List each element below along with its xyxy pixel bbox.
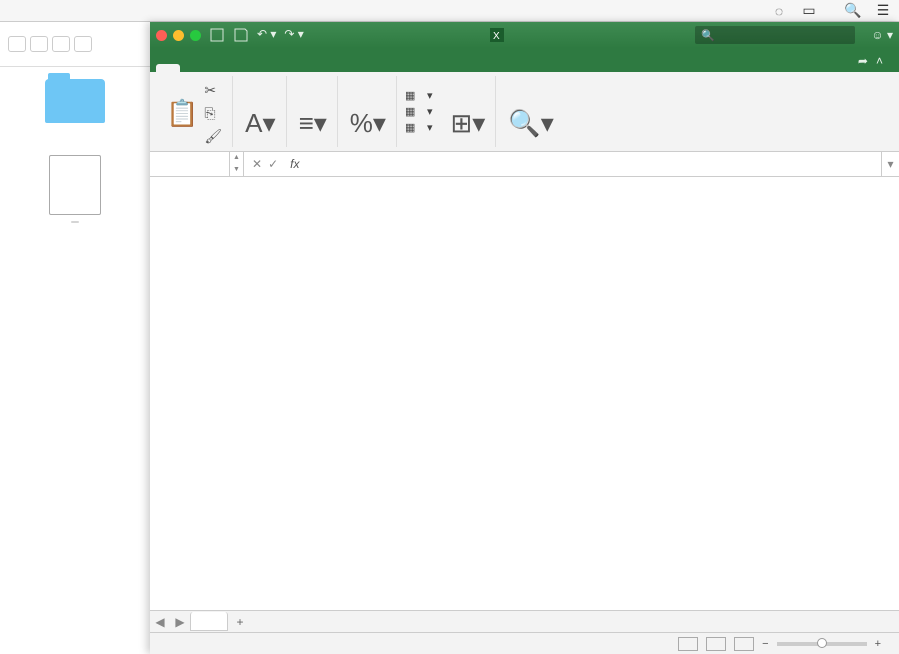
finder-body [0,67,150,235]
share-button[interactable]: ➦ ˄ [848,50,893,72]
home-icon[interactable] [209,27,225,43]
add-sheet-button[interactable]: + [228,615,252,629]
share-icon: ➦ [858,54,868,68]
cell-styles-button[interactable]: ▦ ▾ [405,121,433,135]
cut-icon[interactable]: ✂ [204,82,222,99]
zoom-in-button[interactable]: + [875,638,881,650]
fx-icon[interactable]: fx [286,157,303,171]
file-label[interactable] [71,221,79,223]
smiley-icon[interactable]: ☺ ▾ [871,28,893,42]
view-icon-button[interactable] [8,36,26,52]
enter-icon[interactable]: ✓ [268,157,278,171]
format-painter-icon[interactable]: 🖌 [204,128,222,145]
tab-home[interactable] [156,64,180,72]
formula-expand-icon[interactable]: ▾ [881,152,899,176]
name-box[interactable] [150,152,230,176]
format-as-table-button[interactable]: ▦ ▾ [405,105,433,119]
paste-icon[interactable]: 📋 [166,92,198,136]
view-normal-button[interactable] [678,637,698,651]
tab-review[interactable] [276,64,300,72]
status-bar: − + [150,632,899,654]
conditional-formatting-button[interactable]: ▦ ▾ [405,89,433,103]
namebox-steppers[interactable]: ▲ ▼ [230,152,244,176]
folder-icon[interactable] [45,79,105,123]
alignment-icon[interactable]: ≡▾ [299,101,327,145]
finder-window [0,22,150,654]
zoom-slider[interactable] [777,642,867,646]
quick-access-toolbar: ↶ ▾ ↷ ▾ [209,27,304,43]
window-controls [156,30,201,41]
ribbon-tabs: ➦ ˄ [150,48,899,72]
group-number: %▾ [340,76,397,147]
view-list-button[interactable] [30,36,48,52]
displays-icon[interactable]: ▭ [801,3,817,19]
document-title: X [490,28,509,42]
group-editing: 🔍▾ [498,76,563,147]
sheet-tab-bar: ◀ ▶ + [150,610,899,632]
close-button[interactable] [156,30,167,41]
redo-icon[interactable]: ↷ ▾ [284,27,303,43]
cells-icon[interactable]: ⊞▾ [451,101,486,145]
mac-menubar: ◌ ▭ 🔍 ☰ [0,0,899,22]
titlebar: ↶ ▾ ↷ ▾ X 🔍 ☺ ▾ [150,22,899,48]
zoom-out-button[interactable]: − [762,638,768,650]
menubar-right: ◌ ▭ 🔍 ☰ [771,3,891,19]
app-icon: X [490,28,504,42]
tab-data[interactable] [252,64,276,72]
sheet-nav-prev-icon[interactable]: ◀ [150,615,170,629]
spotlight-icon[interactable]: 🔍 [845,3,861,19]
finder-toolbar [0,22,150,67]
search-icon: 🔍 [701,29,715,42]
save-icon[interactable] [233,27,249,43]
number-icon[interactable]: %▾ [350,101,386,145]
copy-icon[interactable]: ⎘ [204,105,222,122]
status-icon[interactable]: ◌ [771,3,787,19]
tab-page-layout[interactable] [204,64,228,72]
sheet-tab[interactable] [190,612,228,631]
tab-formulas[interactable] [228,64,252,72]
table-icon: ▦ [405,105,419,119]
formula-buttons: ✕ ✓ [244,157,286,171]
editing-icon[interactable]: 🔍▾ [508,101,553,145]
cond-fmt-icon: ▦ [405,89,419,103]
formula-bar: ▲ ▼ ✕ ✓ fx ▾ [150,152,899,177]
view-gallery-button[interactable] [74,36,92,52]
cell-styles-icon: ▦ [405,121,419,135]
sheet-nav-next-icon[interactable]: ▶ [170,615,190,629]
csv-file-icon[interactable] [49,155,101,215]
view-page-break-button[interactable] [734,637,754,651]
search-sheet-input[interactable]: 🔍 [695,26,855,44]
undo-icon[interactable]: ↶ ▾ [257,27,276,43]
stepper-up-icon[interactable]: ▲ [230,152,243,164]
view-column-button[interactable] [52,36,70,52]
group-font: A▾ [235,76,286,147]
tab-insert[interactable] [180,64,204,72]
excel-window: ↶ ▾ ↷ ▾ X 🔍 ☺ ▾ ➦ ˄ 📋 [150,22,899,654]
font-icon[interactable]: A▾ [245,101,275,145]
group-cells: ⊞▾ [441,76,497,147]
ribbon: 📋 ✂ ⎘ 🖌 A▾ ≡▾ %▾ ▦ ▾ ▦ ▾ ▦ [150,72,899,152]
group-alignment: ≡▾ [289,76,338,147]
chevron-up-icon: ˄ [876,54,883,68]
group-clipboard: 📋 ✂ ⎘ 🖌 [156,76,233,147]
minimize-button[interactable] [173,30,184,41]
group-styles: ▦ ▾ ▦ ▾ ▦ ▾ [399,76,439,147]
tab-view[interactable] [300,64,324,72]
list-icon[interactable]: ☰ [875,3,891,19]
fullscreen-button[interactable] [190,30,201,41]
stepper-down-icon[interactable]: ▼ [230,164,243,176]
grid-area[interactable] [150,177,899,610]
svg-text:X: X [493,31,500,42]
zoom-knob[interactable] [817,638,827,648]
cancel-icon[interactable]: ✕ [252,157,262,171]
view-page-layout-button[interactable] [706,637,726,651]
